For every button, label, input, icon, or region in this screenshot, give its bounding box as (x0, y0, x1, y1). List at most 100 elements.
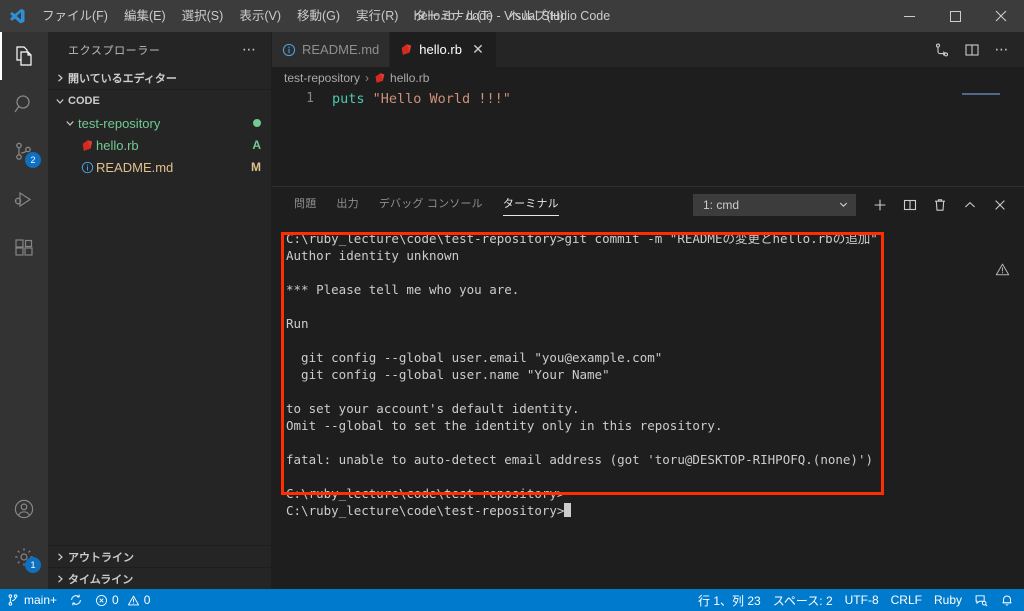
status-language-mode[interactable]: Ruby (928, 589, 968, 611)
terminal-line: C:\ruby_lecture\code\test-repository>git… (286, 231, 878, 246)
tree-item-readme-md[interactable]: README.md M (48, 156, 271, 178)
status-sync[interactable] (63, 589, 89, 611)
source-control-badge: 2 (25, 152, 41, 168)
editor-tabs: README.md hello.rb ✕ (272, 32, 497, 67)
status-cursor-position[interactable]: 行 1、列 23 (692, 589, 767, 611)
error-icon (95, 594, 108, 607)
menu-file[interactable]: ファイル(F) (34, 0, 116, 32)
editor-actions: ⋯ (928, 32, 1024, 67)
menu-bar: ファイル(F) 編集(E) 選択(S) 表示(V) 移動(G) 実行(R) ター… (34, 0, 572, 32)
editor-scrollbar[interactable] (1010, 89, 1024, 186)
status-branch[interactable]: main+ (0, 589, 63, 611)
bottom-panel: 問題 出力 デバッグ コンソール ターミナル 1: cmd C:\ruby_le… (272, 186, 1024, 589)
status-problems[interactable]: 0 0 (89, 589, 156, 611)
status-feedback[interactable] (968, 589, 994, 611)
warning-triangle-icon[interactable] (995, 262, 1010, 277)
chevron-right-icon (52, 73, 68, 83)
terminal-cursor (564, 503, 572, 517)
add-terminal-icon[interactable] (866, 191, 894, 219)
menu-help[interactable]: ヘルプ(H) (501, 0, 572, 32)
code-line-1: 1 puts "Hello World !!!" (272, 89, 1024, 108)
warning-count: 0 (143, 593, 151, 607)
tree-item-hello-rb[interactable]: hello.rb A (48, 134, 271, 156)
close-button[interactable] (978, 0, 1024, 32)
section-open-editors[interactable]: 開いているエディター (48, 67, 271, 89)
sidebar-more-icon[interactable]: ⋯ (236, 41, 263, 58)
terminal-line: fatal: unable to auto-detect email addre… (286, 452, 873, 467)
status-bar: main+ 0 0 行 1、列 23 スペース: 2 UTF-8 CRLF Ru… (0, 589, 1024, 611)
activity-settings-gear-icon[interactable]: 1 (0, 533, 48, 581)
panel-tab-problems[interactable]: 問題 (284, 187, 326, 222)
open-changes-icon[interactable] (928, 32, 956, 67)
terminal-output[interactable]: C:\ruby_lecture\code\test-repository> git… (272, 222, 1024, 589)
chevron-right-icon (52, 552, 68, 562)
activity-extensions-icon[interactable] (0, 224, 48, 272)
activity-explorer-icon[interactable] (0, 32, 48, 80)
git-status-dot (253, 119, 261, 127)
warning-icon (127, 594, 140, 607)
split-editor-icon[interactable] (958, 32, 986, 67)
section-outline[interactable]: アウトライン (48, 545, 271, 567)
tree-item-test-repository[interactable]: test-repository (48, 112, 271, 134)
code-string: "Hello World !!!" (372, 90, 511, 107)
status-indentation[interactable]: スペース: 2 (767, 589, 839, 611)
section-timeline[interactable]: タイムライン (48, 567, 271, 589)
terminal-line: *** Please tell me who you are. (286, 282, 520, 297)
panel-tab-debug-console[interactable]: デバッグ コンソール (369, 187, 493, 222)
tab-close-icon[interactable]: ✕ (470, 41, 486, 58)
activity-source-control-icon[interactable]: 2 (0, 128, 48, 176)
ruby-file-icon (78, 139, 96, 152)
tab-label: README.md (302, 42, 380, 57)
ruby-file-icon (400, 43, 413, 56)
open-editors-label: 開いているエディター (68, 73, 177, 85)
more-actions-icon[interactable]: ⋯ (988, 32, 1016, 67)
title-bar: ファイル(F) 編集(E) 選択(S) 表示(V) 移動(G) 実行(R) ター… (0, 0, 1024, 32)
menu-view[interactable]: 表示(V) (231, 0, 289, 32)
panel-actions: 1: cmd (693, 191, 1024, 219)
sidebar-header: エクスプローラー ⋯ (48, 32, 271, 67)
source-control-branch-icon (6, 593, 20, 607)
line-number: 1 (306, 91, 314, 106)
chevron-down-icon (62, 118, 78, 128)
workbench: 2 1 エクスプローラー ⋯ 開いているエディター CODE test-repo… (0, 32, 1024, 589)
tab-hello-rb[interactable]: hello.rb ✕ (390, 32, 497, 67)
settings-badge: 1 (25, 557, 41, 573)
tree-item-label: hello.rb (96, 137, 139, 153)
status-encoding[interactable]: UTF-8 (839, 589, 885, 611)
code-editor[interactable]: 1 puts "Hello World !!!" (272, 89, 1024, 186)
maximize-button[interactable] (932, 0, 978, 32)
folder-label: CODE (68, 94, 100, 107)
status-eol[interactable]: CRLF (885, 589, 928, 611)
minimap[interactable] (954, 89, 1010, 186)
minimize-button[interactable] (886, 0, 932, 32)
section-folder-code[interactable]: CODE (48, 89, 271, 111)
menu-terminal[interactable]: ターミナル(T) (406, 0, 500, 32)
menu-go[interactable]: 移動(G) (289, 0, 348, 32)
editor-tabs-bar: README.md hello.rb ✕ ⋯ (272, 32, 1024, 67)
tab-readme-md[interactable]: README.md (272, 32, 391, 67)
panel-tab-output[interactable]: 出力 (326, 187, 368, 222)
menu-selection[interactable]: 選択(S) (174, 0, 232, 32)
close-panel-icon[interactable] (986, 191, 1014, 219)
tree-item-label: test-repository (78, 115, 161, 131)
activity-search-icon[interactable] (0, 80, 48, 128)
panel-tab-terminal[interactable]: ターミナル (493, 187, 569, 222)
breadcrumb-folder[interactable]: test-repository (284, 71, 360, 85)
tab-label: hello.rb (419, 42, 462, 57)
error-count: 0 (112, 593, 119, 607)
kill-terminal-icon[interactable] (926, 191, 954, 219)
chevron-right-icon (52, 574, 68, 584)
split-terminal-icon[interactable] (896, 191, 924, 219)
vscode-logo-icon (0, 0, 34, 32)
menu-edit[interactable]: 編集(E) (116, 0, 174, 32)
status-notifications[interactable] (994, 589, 1024, 611)
bell-icon (1000, 593, 1014, 607)
activity-account-icon[interactable] (0, 485, 48, 533)
chevron-up-icon[interactable] (956, 191, 984, 219)
terminal-select[interactable]: 1: cmd (693, 193, 856, 216)
menu-run[interactable]: 実行(R) (348, 0, 406, 32)
activity-run-debug-icon[interactable] (0, 176, 48, 224)
terminal-prompt-line: C:\ruby_lecture\code\test-repository> (286, 486, 565, 501)
breadcrumb-file[interactable]: hello.rb (390, 71, 429, 85)
